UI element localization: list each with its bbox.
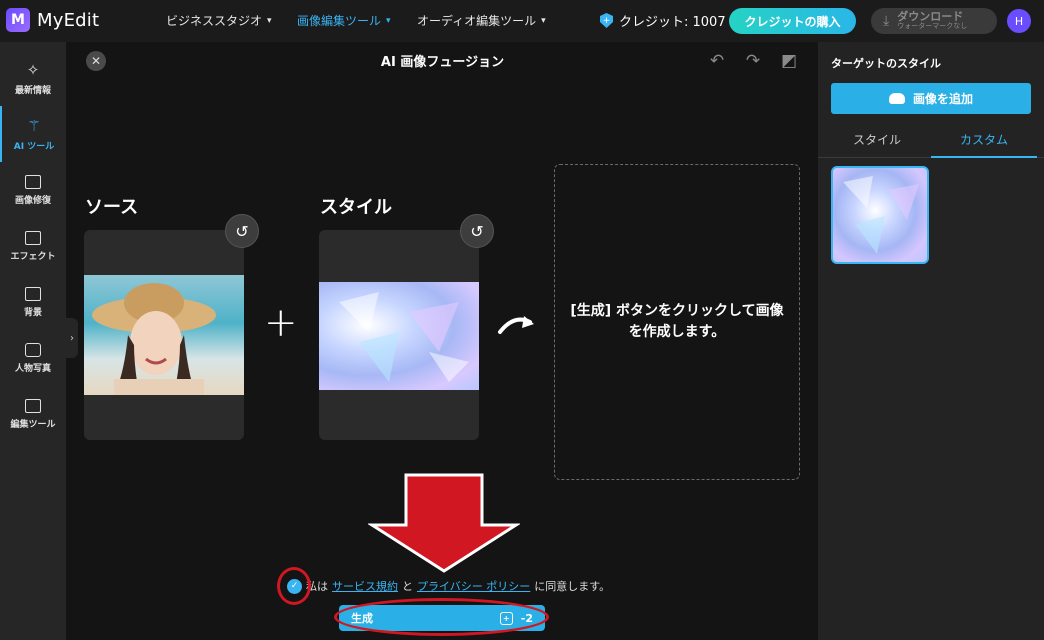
chevron-right-icon: › [70, 332, 74, 344]
agree-and: と [402, 580, 413, 593]
sidebar-item-portrait[interactable]: 人物写真 [0, 330, 66, 386]
buy-credits-button[interactable]: クレジットの購入 [729, 8, 856, 34]
close-icon: ✕ [90, 54, 102, 68]
compare-icon[interactable]: ◩ [779, 52, 799, 70]
custom-style-thumbnail[interactable] [831, 166, 929, 264]
source-label: ソース [85, 197, 139, 218]
result-placeholder-text: [生成] ボタンをクリックして画像を作成します。 [570, 303, 784, 340]
chevron-down-icon: ▾ [267, 15, 272, 26]
undo-icon[interactable]: ↶ [707, 52, 727, 70]
right-panel: ターゲットのスタイル 画像を追加 スタイル カスタム [818, 42, 1044, 640]
annotation-ellipse [334, 598, 549, 636]
annotation-arrow-icon [368, 473, 520, 573]
style-image [319, 282, 479, 390]
sidebar-item-label: 最新情報 [14, 85, 51, 96]
nav-audio-editing-tools[interactable]: オーディオ編集ツール ▾ [417, 12, 546, 29]
agree-suffix: に同意します。 [534, 580, 611, 593]
terms-agreement: ✓ 私は サービス規約とプライバシー ポリシー に同意します。 [287, 578, 610, 594]
style-label: スタイル [320, 197, 392, 218]
curved-arrow-icon [498, 316, 534, 334]
terms-link[interactable]: サービス規約 [332, 578, 398, 594]
style-tabs: スタイル カスタム [818, 126, 1044, 158]
sidebar-item-edit-tools[interactable]: 編集ツール [0, 386, 66, 442]
chevron-down-icon: ▾ [541, 15, 546, 26]
edit-tools-icon [25, 398, 41, 413]
download-button[interactable]: ⤓ ダウンロード ウォーターマークなし [871, 8, 997, 34]
download-label: ダウンロード [897, 10, 964, 23]
reset-style-button[interactable]: ↺ [460, 214, 494, 248]
app-logo[interactable]: M MyEdit [6, 8, 99, 32]
credit-label: クレジット: 1007 [619, 15, 726, 30]
sidebar-item-latest[interactable]: ✧ 最新情報 [0, 50, 66, 106]
download-icon: ⤓ [883, 13, 890, 29]
cloud-upload-icon [888, 93, 905, 104]
nav-image-editing-tools[interactable]: 画像編集ツール ▾ [297, 12, 391, 29]
sidebar-item-label: AI ツール [13, 141, 55, 152]
add-image-button[interactable]: 画像を追加 [831, 83, 1031, 114]
app-name: MyEdit [37, 9, 100, 31]
close-button[interactable]: ✕ [86, 51, 106, 71]
tab-style[interactable]: スタイル [824, 126, 930, 158]
sidebar-item-label: 編集ツール [10, 419, 56, 430]
myedit-logo-icon: M [6, 8, 30, 32]
credit-shield-icon: + [600, 13, 613, 28]
sidebar-item-image-repair[interactable]: 画像修復 [0, 162, 66, 218]
effect-icon [25, 230, 41, 245]
tab-custom[interactable]: カスタム [931, 126, 1037, 158]
sidebar-item-label: 人物写真 [14, 363, 51, 374]
nav-business-studio[interactable]: ビジネススタジオ ▾ [166, 12, 272, 29]
credit-balance: + クレジット: 1007 [600, 11, 726, 30]
sidebar-item-ai-tools[interactable]: ⚚ AI ツール [0, 106, 66, 162]
target-style-title: ターゲットのスタイル [831, 57, 941, 70]
page-title: AI 画像フュージョン [380, 55, 505, 70]
portrait-icon [25, 342, 41, 357]
sparkle-icon: ✧ [26, 60, 40, 79]
sidebar-item-label: 画像修復 [14, 195, 51, 206]
magic-wand-icon: ⚚ [27, 116, 41, 135]
left-sidebar: ✧ 最新情報 ⚚ AI ツール 画像修復 エフェクト 背景 人物写真 編集ツール [0, 42, 66, 640]
top-nav-bar: M MyEdit ビジネススタジオ ▾ 画像編集ツール ▾ オーディオ編集ツール… [0, 0, 1044, 42]
image-repair-icon [25, 174, 41, 189]
rotate-left-icon: ↺ [235, 221, 249, 241]
reset-source-button[interactable]: ↺ [225, 214, 259, 248]
sidebar-item-label: 背景 [23, 307, 42, 318]
background-icon [25, 286, 41, 301]
privacy-link[interactable]: プライバシー ポリシー [417, 578, 530, 594]
sidebar-item-background[interactable]: 背景 [0, 274, 66, 330]
sidebar-item-label: エフェクト [10, 251, 56, 262]
download-sublabel: ウォーターマークなし [897, 22, 968, 30]
result-placeholder: [生成] ボタンをクリックして画像を作成します。 [554, 164, 800, 480]
chevron-down-icon: ▾ [386, 15, 391, 26]
plus-icon: + [264, 300, 298, 346]
rotate-left-icon: ↺ [470, 221, 484, 241]
style-card[interactable] [319, 230, 479, 440]
sidebar-collapse-toggle[interactable]: › [66, 318, 78, 358]
redo-icon[interactable]: ↷ [743, 52, 763, 70]
annotation-circle [277, 567, 311, 605]
source-card[interactable] [84, 230, 244, 440]
add-image-label: 画像を追加 [912, 92, 973, 106]
nav-label: オーディオ編集ツール [417, 14, 537, 28]
sidebar-item-effects[interactable]: エフェクト [0, 218, 66, 274]
nav-label: ビジネススタジオ [166, 14, 263, 28]
source-image [84, 275, 244, 395]
nav-label: 画像編集ツール [297, 14, 382, 28]
user-avatar[interactable]: H [1007, 9, 1031, 33]
